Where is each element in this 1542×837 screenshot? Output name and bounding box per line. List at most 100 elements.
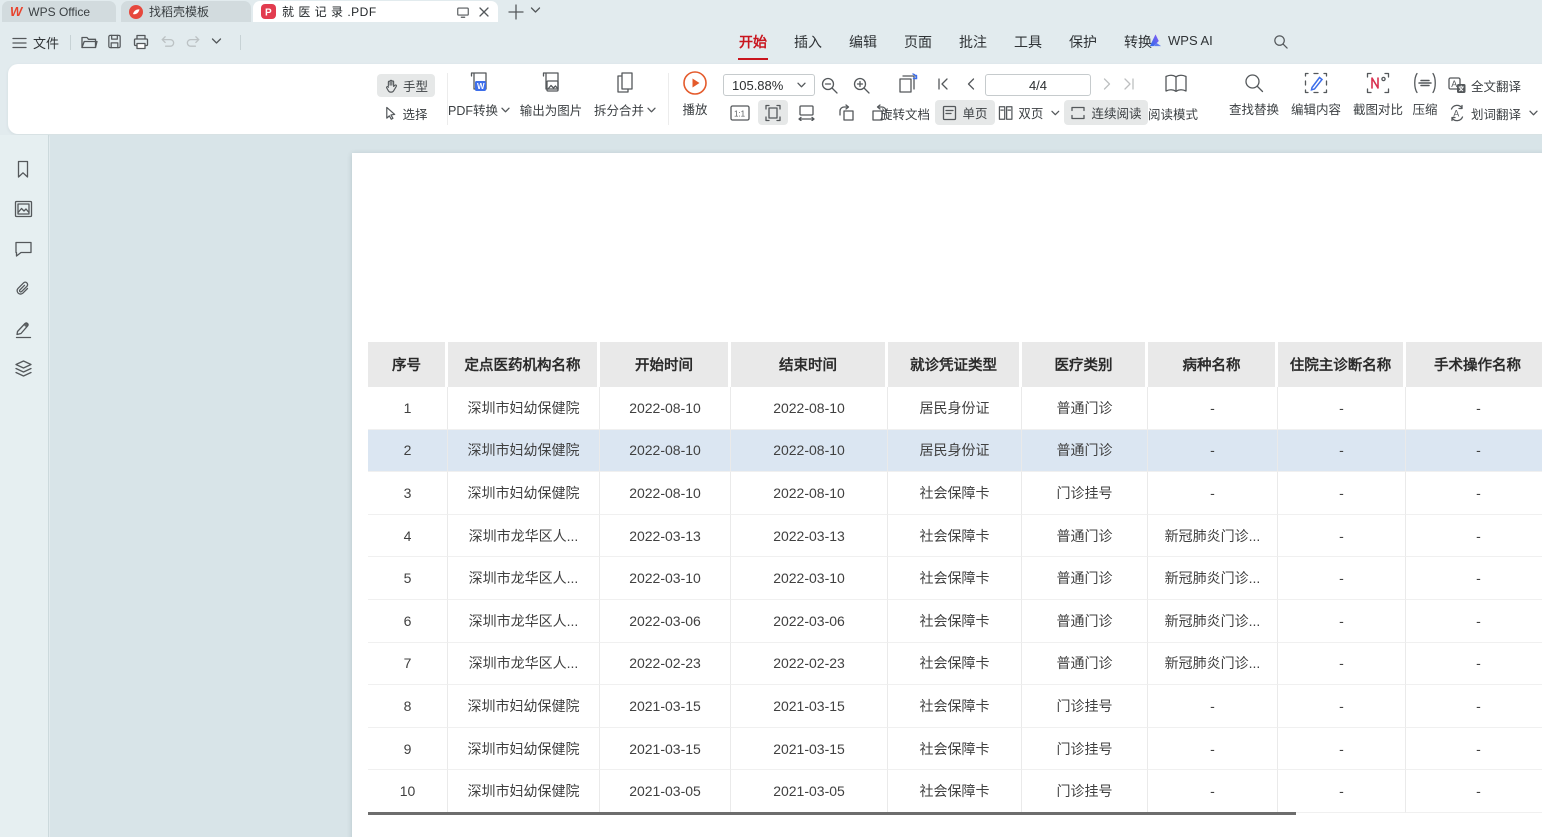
present-monitor-icon[interactable] [456,5,470,19]
svg-text:W: W [477,82,485,91]
table-cell: 深圳市龙华区人... [448,600,600,643]
table-row[interactable]: 1深圳市妇幼保健院2022-08-102022-08-10居民身份证普通门诊--… [368,387,1542,430]
zoom-in-icon [852,76,871,95]
split-merge-button[interactable]: 拆分合并 [581,70,669,119]
menu-tools[interactable]: 工具 [1013,28,1043,56]
zoom-in-button[interactable] [852,75,872,95]
table-cell: 普通门诊 [1022,430,1148,473]
first-page-button[interactable] [936,76,952,92]
table-row[interactable]: 9深圳市妇幼保健院2021-03-152021-03-15社会保障卡门诊挂号--… [368,728,1542,771]
table-row[interactable]: 10深圳市妇幼保健院2021-03-052021-03-05社会保障卡门诊挂号-… [368,770,1542,813]
undo-history-chevron[interactable] [211,37,229,55]
menu-edit[interactable]: 编辑 [848,28,878,56]
tab-label: WPS Office [28,5,90,19]
previous-page-button[interactable] [964,76,980,92]
read-mode-icon-area[interactable] [1164,72,1190,96]
new-tab-button[interactable] [506,2,526,22]
table-row[interactable]: 3深圳市妇幼保健院2022-08-102022-08-10社会保障卡门诊挂号--… [368,472,1542,515]
edit-content-icon [1304,72,1328,94]
redo-button[interactable] [185,33,203,51]
word-translate-button[interactable]: A 划词翻译 [1448,102,1538,124]
divider [70,35,71,50]
tab-wps-office[interactable]: W WPS Office [2,1,116,22]
word-translate-label: 划词翻译 [1471,104,1521,123]
find-replace-button[interactable]: 查找替换 [1220,72,1288,118]
single-page-button[interactable]: 单页 [935,100,995,125]
fit-width-button[interactable] [758,100,788,125]
compress-button[interactable]: 压缩 [1404,72,1446,118]
table-row[interactable]: 6深圳市龙华区人...2022-03-062022-03-06社会保障卡普通门诊… [368,600,1542,643]
layers-panel-button[interactable] [14,359,34,379]
thumbnails-panel-button[interactable] [14,200,34,220]
table-row[interactable]: 5深圳市龙华区人...2022-03-102022-03-10社会保障卡普通门诊… [368,557,1542,600]
table-row[interactable]: 8深圳市妇幼保健院2021-03-152021-03-15社会保障卡门诊挂号--… [368,685,1542,728]
page-number-input[interactable]: 4/4 [985,74,1091,96]
menu-search-button[interactable] [1272,33,1290,51]
table-cell: 6 [368,600,448,643]
table-cell: 新冠肺炎门诊... [1148,643,1278,686]
comments-panel-button[interactable] [14,240,34,260]
bookmarks-panel-button[interactable] [14,160,34,180]
file-menu[interactable]: 文件 [12,33,59,52]
screenshot-compare-button[interactable]: 截图对比 [1344,72,1412,118]
close-tab-icon[interactable] [478,6,490,18]
continuous-scroll-icon [1070,105,1086,121]
hamburger-icon [12,37,27,49]
double-page-button[interactable]: 双页 [998,100,1060,125]
table-cell: 社会保障卡 [888,557,1022,600]
table-cell: 新冠肺炎门诊... [1148,557,1278,600]
table-row[interactable]: 4深圳市龙华区人...2022-03-132022-03-13社会保障卡普通门诊… [368,515,1542,558]
table-cell: 门诊挂号 [1022,472,1148,515]
compress-icon [1412,72,1438,94]
next-page-button[interactable] [1100,76,1116,92]
table-row[interactable]: 7深圳市龙华区人...2022-02-232022-02-23社会保障卡普通门诊… [368,643,1542,686]
export-image-label: 输出为图片 [520,100,583,119]
chevron-down-icon [1529,110,1538,116]
menu-home[interactable]: 开始 [738,28,768,56]
table-row[interactable]: 2深圳市妇幼保健院2022-08-102022-08-10居民身份证普通门诊--… [368,430,1542,473]
undo-button[interactable] [159,33,177,51]
continuous-reading-button[interactable]: 连续阅读 [1064,100,1148,125]
wps-pdf-icon: P [261,4,276,19]
play-button[interactable]: 播放 [665,70,725,118]
table-cell: 2021-03-15 [731,685,888,728]
signature-panel-button[interactable] [14,319,34,339]
attachments-panel-button[interactable] [14,280,34,300]
table-cell: 门诊挂号 [1022,685,1148,728]
continuous-reading-label: 连续阅读 [1091,103,1141,122]
tab-document-pdf[interactable]: P 就 医 记 录 .PDF [253,1,498,22]
menu-insert[interactable]: 插入 [793,28,823,56]
print-button[interactable] [132,33,150,51]
layers-icon [14,359,33,378]
select-tool-button[interactable]: 选择 [377,102,435,124]
menu-comment[interactable]: 批注 [958,28,988,56]
table-bottom-border [368,812,1296,815]
save-button[interactable] [106,33,124,51]
actual-size-button[interactable]: 1:1 [728,101,752,124]
last-page-button[interactable] [1122,76,1138,92]
hand-tool-button[interactable]: 手型 [377,74,435,97]
rotate-left-button[interactable] [834,101,858,124]
table-cell: 深圳市妇幼保健院 [448,387,600,430]
bookmark-icon [14,160,32,179]
edit-content-button[interactable]: 编辑内容 [1282,72,1350,118]
zoom-level-select[interactable]: 105.88% [723,74,815,96]
open-file-button[interactable] [80,33,98,51]
read-mode-button[interactable]: 阅读模式 [1141,104,1205,123]
full-translate-button[interactable]: A 全文翻译 [1448,74,1521,96]
fit-page-button[interactable] [794,101,818,124]
double-page-icon [998,105,1013,121]
rotate-document-button-icon-area[interactable] [893,70,921,98]
rotate-document-button[interactable]: 旋转文档 [873,104,937,123]
zoom-out-button[interactable] [820,75,840,95]
wps-ai-label: WPS AI [1168,33,1213,48]
menu-wps-ai[interactable]: WPS AI [1148,33,1213,48]
table-cell: - [1278,387,1406,430]
tab-docer-templates[interactable]: 找稻壳模板 [121,1,251,22]
tab-list-chevron-icon[interactable] [530,6,541,14]
menu-page[interactable]: 页面 [903,28,933,56]
menu-protect[interactable]: 保护 [1068,28,1098,56]
medical-records-table: 序号定点医药机构名称开始时间结束时间就诊凭证类型医疗类别病种名称住院主诊断名称手… [368,342,1542,813]
find-replace-icon [1243,72,1265,94]
table-cell: 2 [368,430,448,473]
